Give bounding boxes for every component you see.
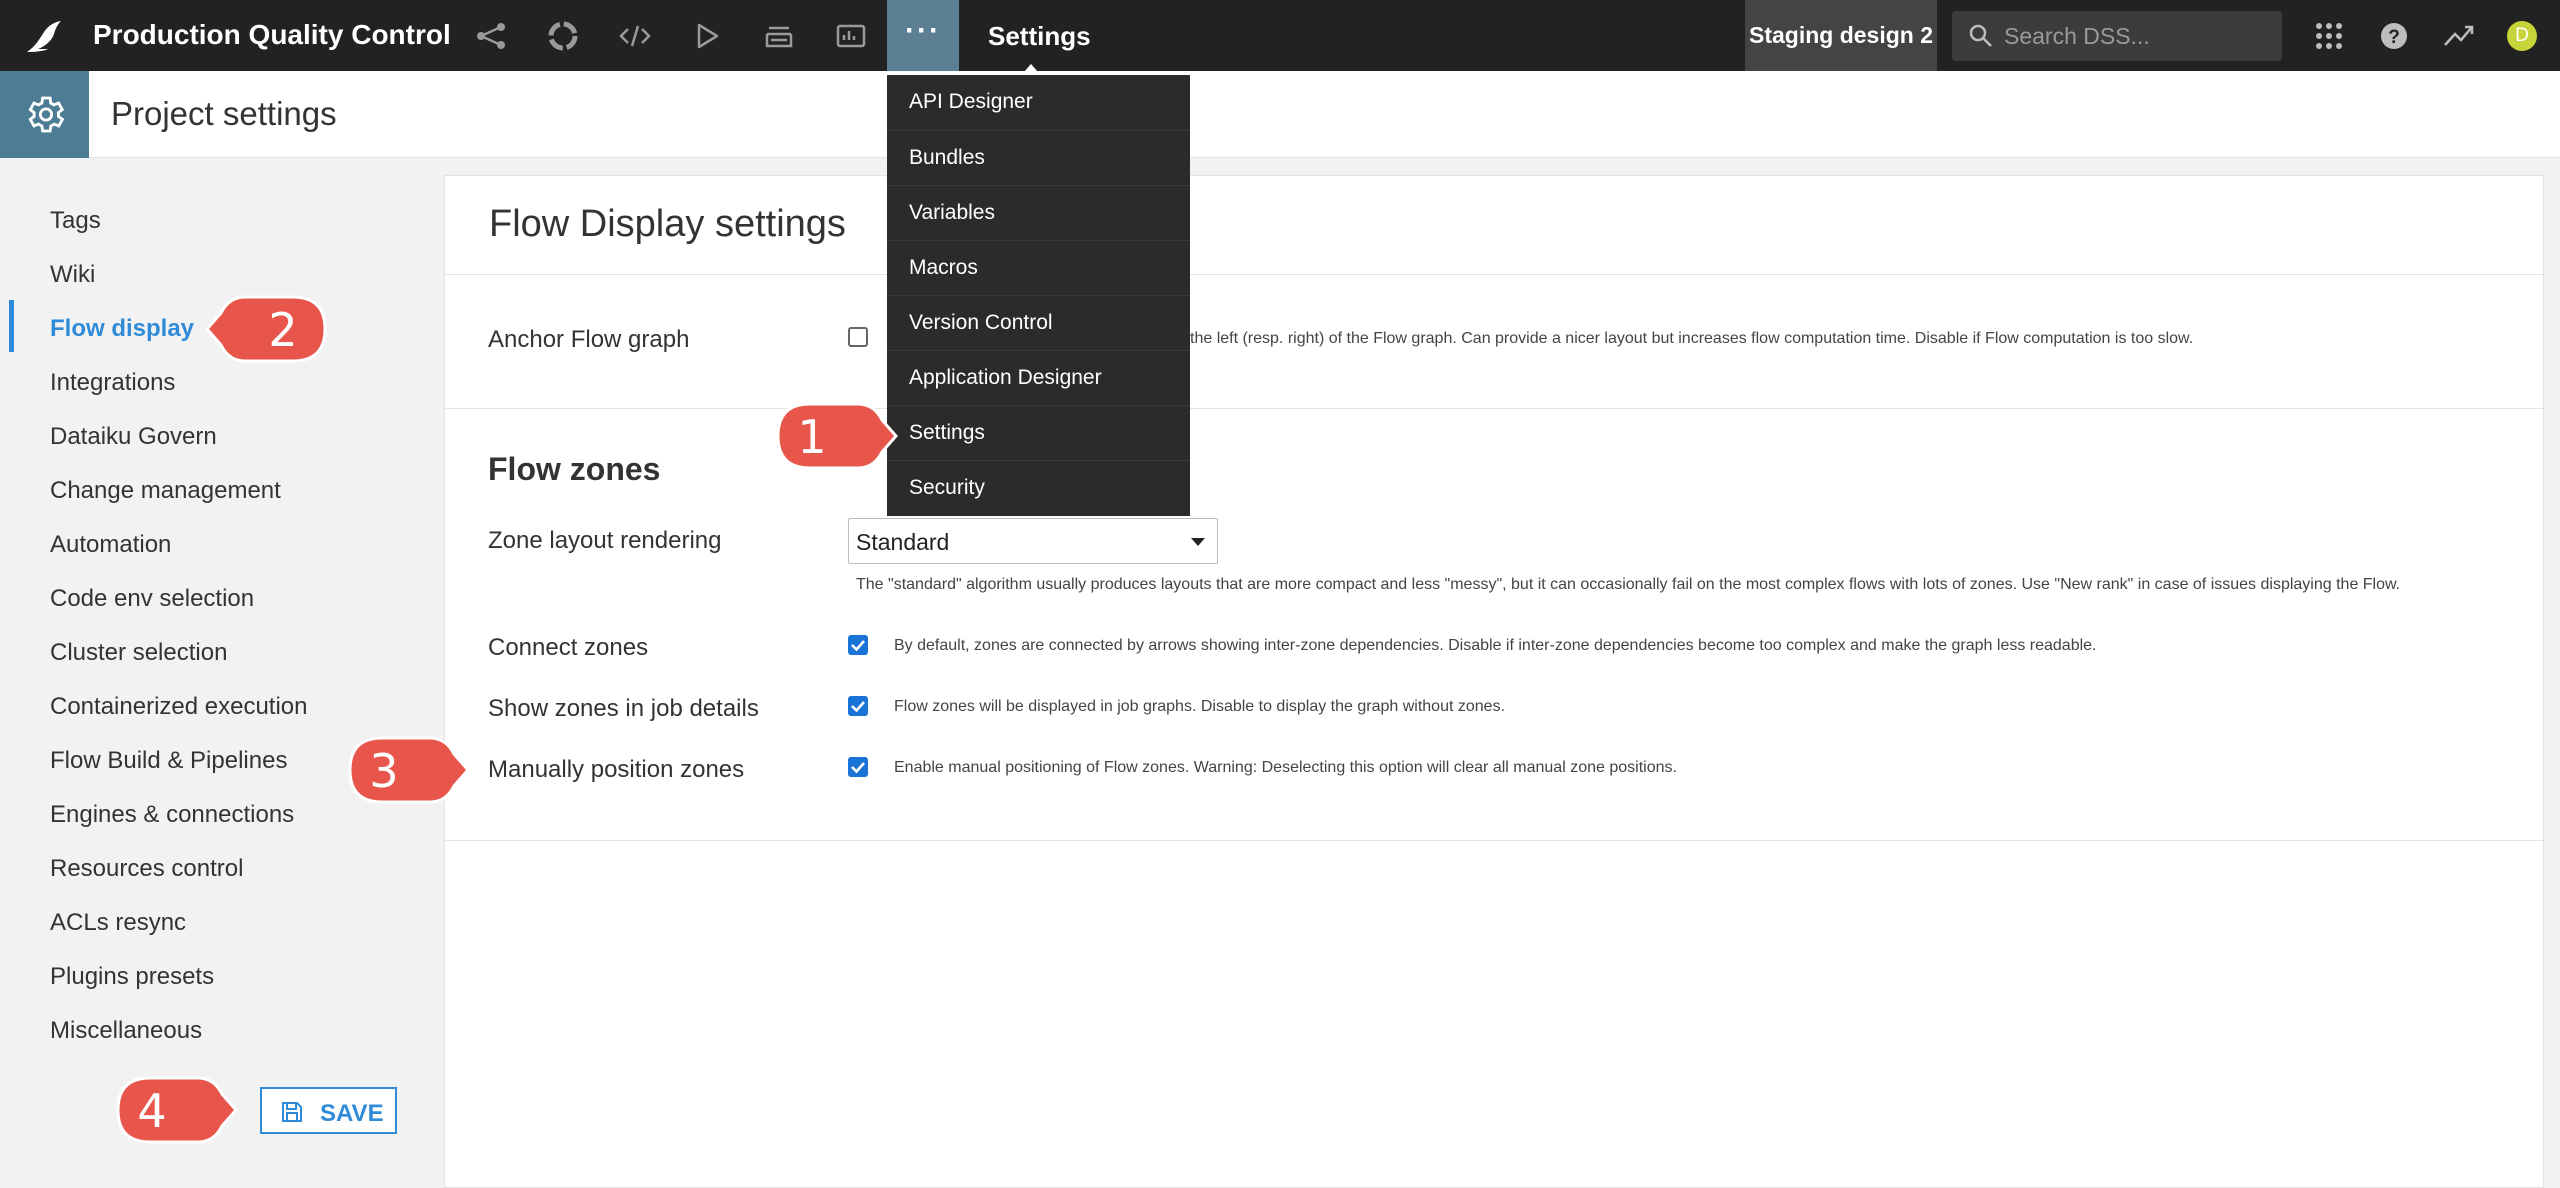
dashboard-icon[interactable] bbox=[833, 18, 869, 54]
sidebar-item-engines-connections[interactable]: Engines & connections bbox=[50, 801, 294, 829]
bottom-divider bbox=[445, 840, 2543, 841]
more-dropdown-menu: API Designer Bundles Variables Macros Ve… bbox=[887, 75, 1190, 516]
sidebar-item-automation[interactable]: Automation bbox=[50, 531, 171, 559]
page-title: Project settings bbox=[111, 95, 337, 132]
sidebar-item-code-env-selection[interactable]: Code env selection bbox=[50, 585, 254, 613]
help-icon[interactable]: ? bbox=[2376, 18, 2412, 54]
flow-zones-heading: Flow zones bbox=[488, 451, 661, 487]
caret-down-icon bbox=[1191, 538, 1205, 546]
callout-4: 4 bbox=[110, 1070, 238, 1150]
gear-icon bbox=[28, 96, 65, 133]
more-menu-button[interactable]: ··· bbox=[887, 0, 959, 71]
search-input[interactable] bbox=[2004, 11, 2274, 61]
apps-grid-icon[interactable] bbox=[2311, 18, 2347, 54]
anchor-flow-graph-label: Anchor Flow graph bbox=[488, 326, 690, 353]
callout-1-number: 1 bbox=[797, 410, 827, 464]
instance-badge[interactable]: Staging design 2 bbox=[1745, 0, 1937, 71]
menu-item-application-designer[interactable]: Application Designer bbox=[887, 350, 1190, 404]
save-button-label: SAVE bbox=[320, 1100, 384, 1127]
checkmark-icon bbox=[851, 762, 865, 774]
callout-2-number: 2 bbox=[268, 303, 298, 357]
checkmark-icon bbox=[851, 701, 865, 713]
settings-header-icon-box bbox=[0, 71, 89, 158]
manually-position-zones-label: Manually position zones bbox=[488, 756, 745, 783]
sidebar-item-miscellaneous[interactable]: Miscellaneous bbox=[50, 1017, 202, 1045]
callout-3-number: 3 bbox=[369, 744, 399, 798]
current-section-title: Settings bbox=[988, 21, 1091, 51]
menu-item-variables[interactable]: Variables bbox=[887, 185, 1190, 239]
ellipsis-icon: ··· bbox=[905, 14, 941, 47]
search-box[interactable] bbox=[1952, 11, 2282, 61]
deployer-icon[interactable] bbox=[761, 18, 797, 54]
connect-zones-description: By default, zones are connected by arrow… bbox=[894, 637, 2097, 654]
menu-item-api-designer[interactable]: API Designer bbox=[887, 75, 1190, 129]
menu-item-security[interactable]: Security bbox=[887, 460, 1190, 514]
floppy-disk-icon bbox=[282, 1102, 302, 1122]
callout-2: 2 bbox=[205, 289, 333, 369]
zone-layout-description: The "standard" algorithm usually produce… bbox=[856, 576, 2401, 593]
show-zones-in-job-details-checkbox[interactable] bbox=[848, 696, 868, 716]
callout-4-number: 4 bbox=[137, 1084, 167, 1138]
show-zones-in-job-details-description: Flow zones will be displayed in job grap… bbox=[894, 698, 1506, 715]
svg-text:?: ? bbox=[2388, 27, 2400, 48]
panel-title: Flow Display settings bbox=[489, 203, 846, 245]
project-name[interactable]: Production Quality Control bbox=[93, 19, 451, 51]
show-zones-in-job-details-label: Show zones in job details bbox=[488, 695, 759, 722]
code-icon[interactable] bbox=[617, 18, 653, 54]
activity-trend-icon[interactable] bbox=[2441, 18, 2477, 54]
dataiku-bird-logo[interactable] bbox=[24, 18, 64, 54]
menu-item-settings[interactable]: Settings bbox=[887, 405, 1190, 459]
connect-zones-checkbox[interactable] bbox=[848, 635, 868, 655]
run-icon[interactable] bbox=[689, 18, 725, 54]
zone-layout-rendering-label: Zone layout rendering bbox=[488, 527, 722, 554]
menu-item-version-control[interactable]: Version Control bbox=[887, 295, 1190, 349]
user-avatar[interactable]: D bbox=[2507, 21, 2537, 51]
page-header: Project settings bbox=[0, 71, 2560, 158]
sidebar-item-integrations[interactable]: Integrations bbox=[50, 369, 175, 397]
top-navigation-bar: Production Quality Control ··· Settings … bbox=[0, 0, 2560, 71]
sidebar-item-change-management[interactable]: Change management bbox=[50, 477, 281, 505]
zone-layout-select[interactable]: Standard bbox=[848, 518, 1218, 564]
sidebar-item-flow-build-pipelines[interactable]: Flow Build & Pipelines bbox=[50, 747, 287, 775]
section-divider bbox=[445, 408, 2543, 409]
sidebar-item-plugins-presets[interactable]: Plugins presets bbox=[50, 963, 214, 991]
save-button[interactable]: SAVE bbox=[260, 1087, 397, 1134]
menu-item-bundles[interactable]: Bundles bbox=[887, 130, 1190, 184]
dropdown-caret bbox=[1024, 64, 1038, 72]
callout-1: 1 bbox=[770, 396, 898, 476]
callout-3: 3 bbox=[342, 730, 470, 810]
connect-zones-label: Connect zones bbox=[488, 634, 649, 661]
manually-position-zones-checkbox[interactable] bbox=[848, 757, 868, 777]
sidebar-item-tags[interactable]: Tags bbox=[50, 207, 101, 235]
sidebar-item-containerized-execution[interactable]: Containerized execution bbox=[50, 693, 308, 721]
checkmark-icon bbox=[851, 640, 865, 652]
search-icon bbox=[1969, 24, 1992, 47]
active-indicator bbox=[9, 300, 14, 352]
zone-layout-selected-value: Standard bbox=[856, 529, 950, 555]
sidebar-item-dataiku-govern[interactable]: Dataiku Govern bbox=[50, 423, 217, 451]
anchor-flow-graph-checkbox[interactable] bbox=[848, 327, 868, 347]
sidebar-item-acls-resync[interactable]: ACLs resync bbox=[50, 909, 186, 937]
sidebar-item-flow-display[interactable]: Flow display bbox=[50, 315, 194, 343]
menu-item-macros[interactable]: Macros bbox=[887, 240, 1190, 294]
flow-icon[interactable] bbox=[473, 18, 509, 54]
anchor-flow-graph-description: the left (resp. right) of the Flow graph… bbox=[1190, 330, 2194, 347]
data-quality-icon[interactable] bbox=[545, 18, 581, 54]
title-divider bbox=[445, 274, 2543, 275]
sidebar-item-wiki[interactable]: Wiki bbox=[50, 261, 95, 289]
manually-position-zones-description: Enable manual positioning of Flow zones.… bbox=[894, 759, 1677, 776]
settings-panel bbox=[444, 175, 2544, 1188]
sidebar-item-resources-control[interactable]: Resources control bbox=[50, 855, 243, 883]
sidebar-item-cluster-selection[interactable]: Cluster selection bbox=[50, 639, 227, 667]
